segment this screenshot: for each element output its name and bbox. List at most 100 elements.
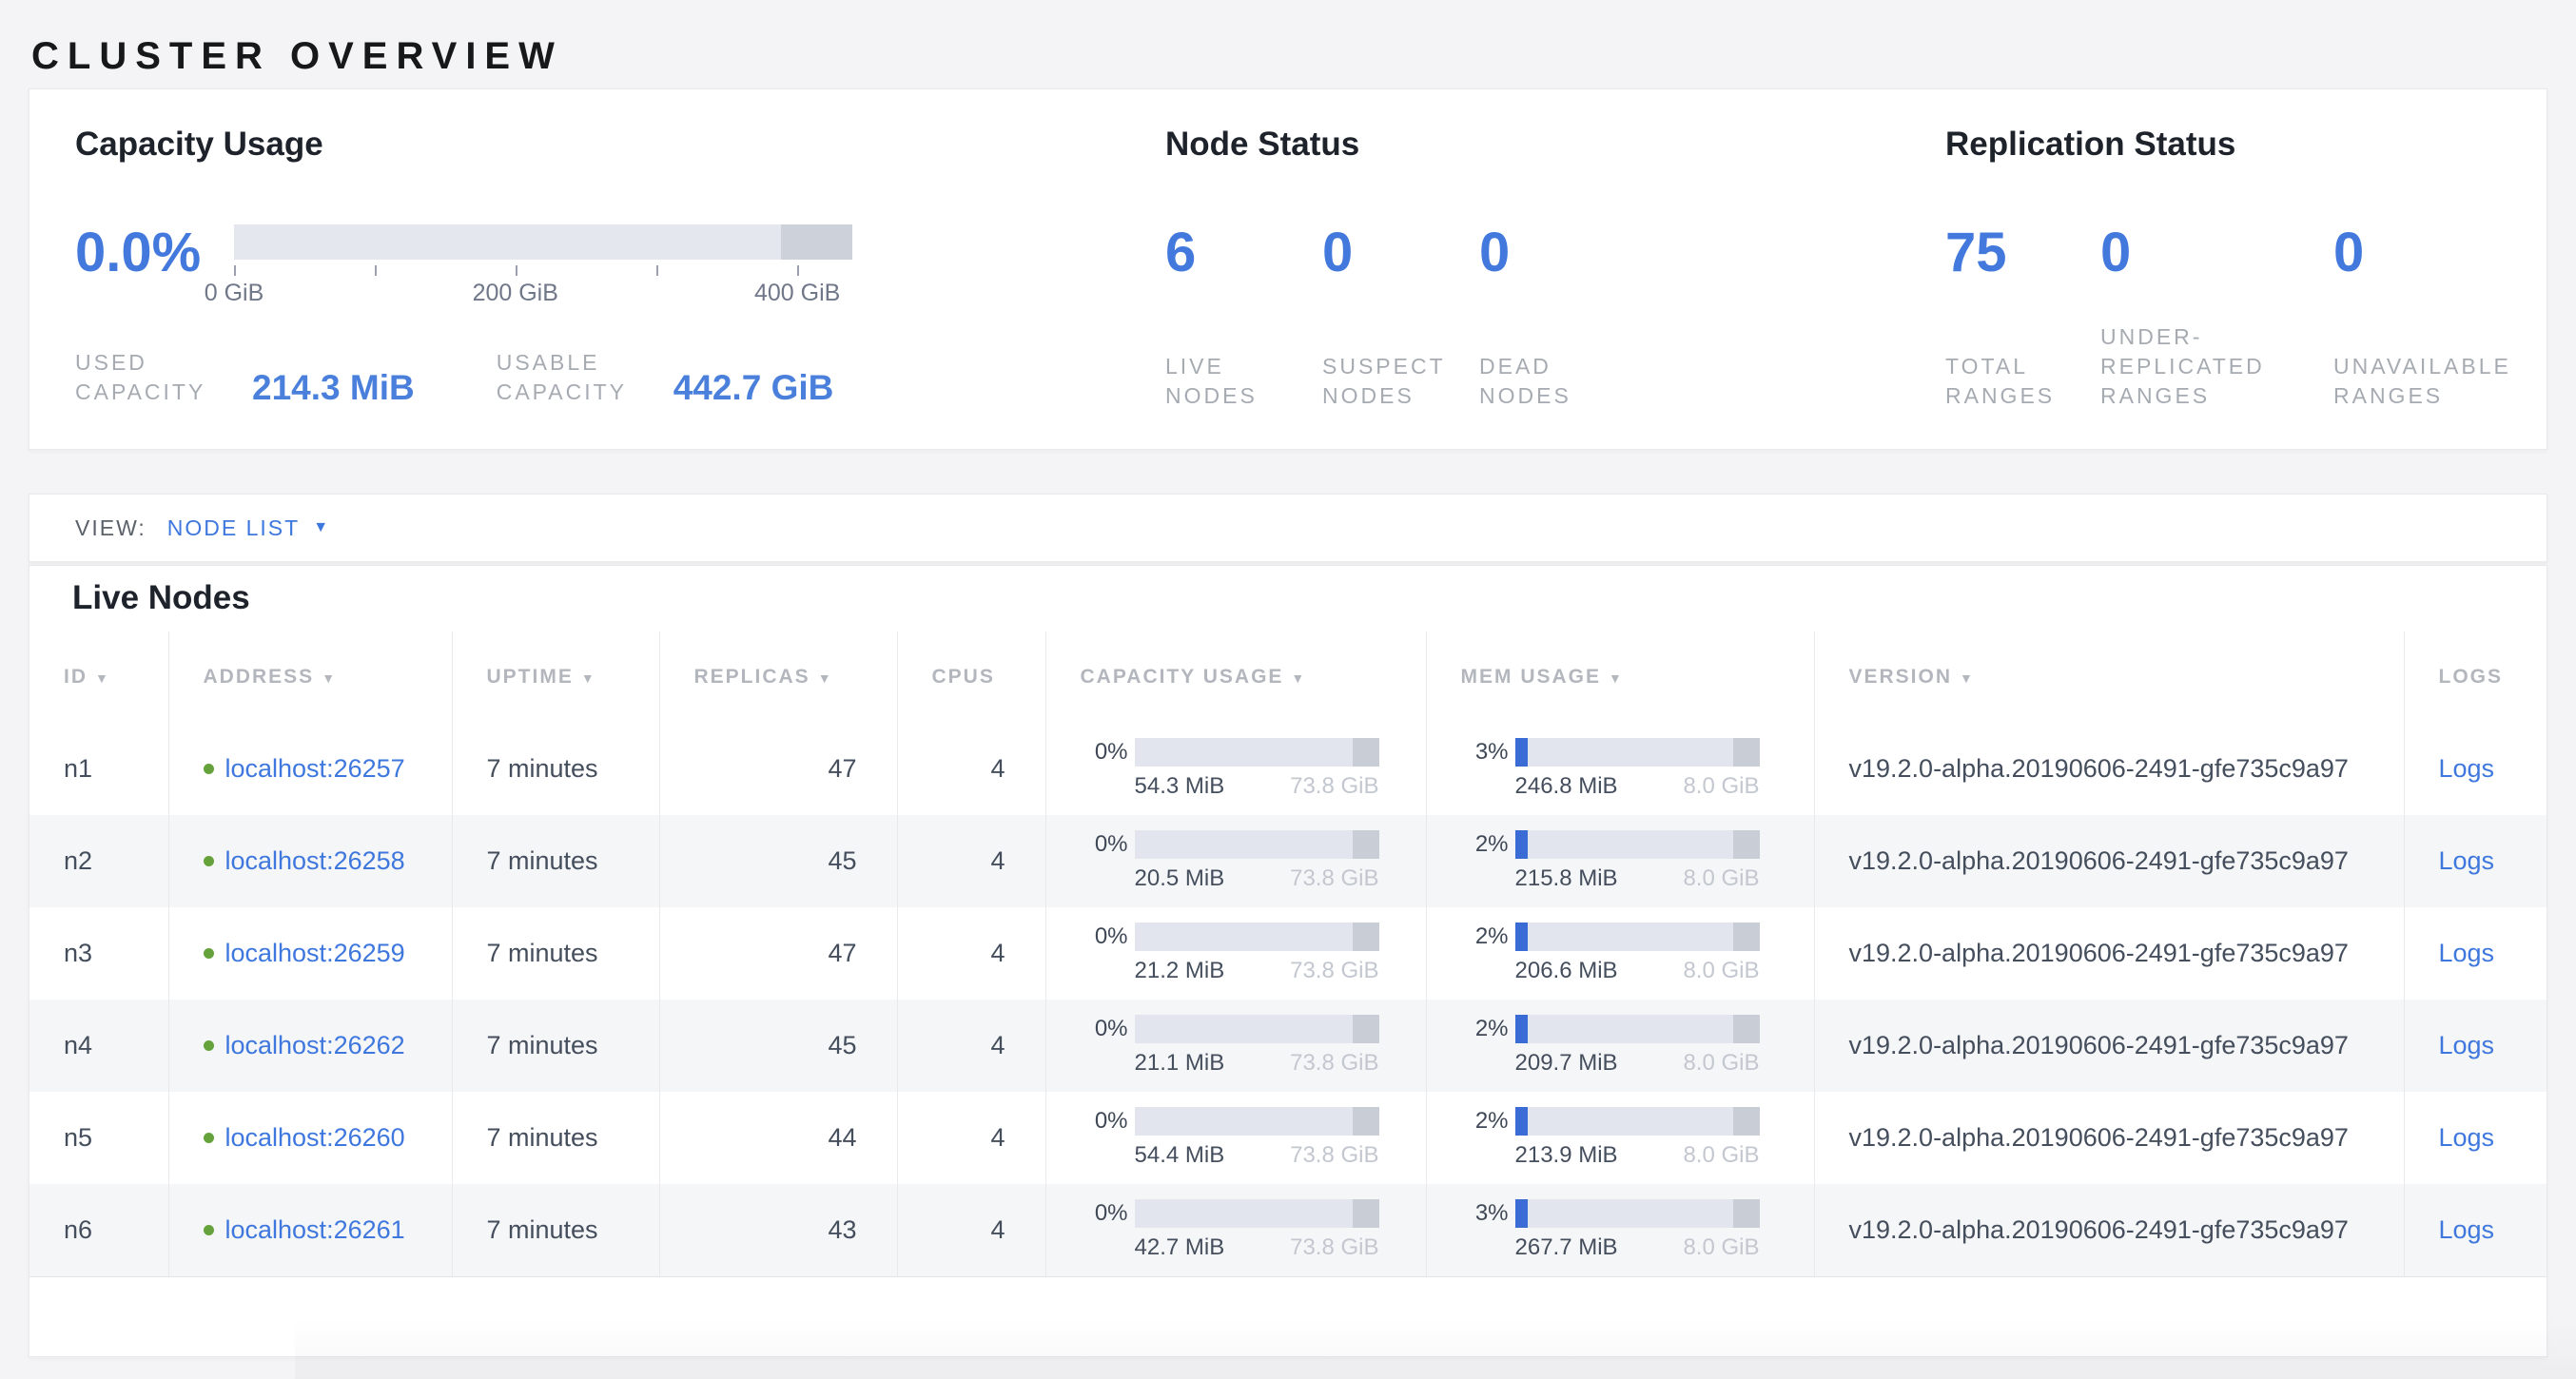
usable-capacity-label: USABLE CAPACITY [497, 348, 666, 407]
mem-total-value: 8.0 GiB [1683, 1234, 1759, 1261]
node-address-cell: localhost:26261 [168, 1184, 452, 1276]
node-mem-usage-cell: 2% 209.7 MiB 8.0 GiB [1426, 1000, 1814, 1092]
capacity-total-value: 73.8 GiB [1290, 773, 1378, 800]
replication-status-panel: Replication Status 75 TOTAL RANGES 0 UND… [1945, 89, 2554, 449]
table-header-row: ID▼ ADDRESS▼ UPTIME▼ REPLICAS▼ CPUS CAPA… [29, 631, 2547, 723]
node-id-cell: n1 [29, 723, 168, 815]
axis-tick [797, 265, 799, 276]
mem-meter-values: 209.7 MiB 8.0 GiB [1515, 1050, 1760, 1077]
capacity-usage-bar-chart: 0 GiB 200 GiB 400 GiB [234, 224, 852, 308]
mem-meter-bar [1515, 923, 1760, 951]
node-address-cell: localhost:26262 [168, 1000, 452, 1092]
mem-meter-fill [1515, 923, 1528, 951]
column-header-cpus: CPUS [897, 631, 1045, 723]
capacity-used-value: 20.5 MiB [1135, 865, 1225, 892]
node-address-link[interactable]: localhost:26262 [225, 1031, 405, 1060]
node-table-row: n6 localhost:26261 7 minutes 43 4 [29, 1184, 2547, 1276]
node-address-link[interactable]: localhost:26261 [225, 1215, 405, 1245]
capacity-meter-values: 21.1 MiB 73.8 GiB [1135, 1050, 1379, 1077]
view-mode-dropdown[interactable]: NODE LIST ▼ [167, 515, 328, 541]
node-logs-cell: Logs [2404, 815, 2547, 907]
node-address-link[interactable]: localhost:26257 [225, 754, 405, 784]
capacity-meter-values: 54.4 MiB 73.8 GiB [1135, 1142, 1379, 1169]
mem-meter-fill [1515, 1199, 1528, 1228]
cluster-overview-page: CLUSTER OVERVIEW Capacity Usage 0.0% [0, 0, 2576, 1379]
node-replicas-cell: 47 [659, 723, 897, 815]
capacity-percent-label: 0% [1073, 738, 1128, 767]
suspect-nodes-stat: 0 SUSPECT NODES [1322, 224, 1479, 411]
mem-percent-label: 3% [1454, 1199, 1509, 1228]
node-mem-usage-cell: 2% 215.8 MiB 8.0 GiB [1426, 815, 1814, 907]
unavailable-ranges-label: UNAVAILABLE RANGES [2333, 352, 2511, 411]
under-replicated-ranges-value: 0 [2100, 224, 2333, 282]
sort-arrow-icon: ▼ [1609, 670, 1624, 686]
capacity-meter-reserved-segment [1353, 1199, 1379, 1228]
capacity-meter-reserved-segment [1353, 1107, 1379, 1136]
mem-meter-values: 215.8 MiB 8.0 GiB [1515, 865, 1760, 892]
node-version-cell: v19.2.0-alpha.20190606-2491-gfe735c9a97 [1814, 815, 2404, 907]
node-table-row: n4 localhost:26262 7 minutes 45 4 [29, 1000, 2547, 1092]
node-logs-link[interactable]: Logs [2439, 754, 2495, 783]
node-address-link[interactable]: localhost:26258 [225, 846, 405, 876]
mem-meter-bar [1515, 1107, 1760, 1136]
column-header-address[interactable]: ADDRESS▼ [168, 631, 452, 723]
column-header-logs: LOGS [2404, 631, 2547, 723]
mem-meter-reserved-segment [1733, 830, 1760, 859]
mem-meter-bar [1515, 830, 1760, 859]
mem-percent-label: 2% [1454, 1107, 1509, 1136]
axis-tick [375, 265, 377, 276]
node-address-link[interactable]: localhost:26260 [225, 1123, 405, 1153]
total-ranges-stat: 75 TOTAL RANGES [1945, 224, 2100, 411]
mem-meter-values: 213.9 MiB 8.0 GiB [1515, 1142, 1760, 1169]
node-cpus-cell: 4 [897, 1000, 1045, 1092]
capacity-usage-panel: Capacity Usage 0.0% 0 GiB [75, 89, 931, 449]
node-logs-link[interactable]: Logs [2439, 939, 2495, 967]
window-shadow-artifact [295, 1317, 2576, 1379]
node-cpus-cell: 4 [897, 1184, 1045, 1276]
node-logs-link[interactable]: Logs [2439, 1215, 2495, 1244]
page-title: CLUSTER OVERVIEW [31, 35, 563, 78]
capacity-percent-label: 0% [1073, 1015, 1128, 1043]
node-logs-link[interactable]: Logs [2439, 1031, 2495, 1059]
node-capacity-usage-cell: 0% 21.1 MiB 73.8 GiB [1045, 1000, 1426, 1092]
mem-percent-label: 3% [1454, 738, 1509, 767]
used-capacity-stat: USED CAPACITY 214.3 MiB [75, 348, 415, 407]
capacity-meter-values: 20.5 MiB 73.8 GiB [1135, 865, 1379, 892]
column-header-id[interactable]: ID▼ [29, 631, 168, 723]
node-address-link[interactable]: localhost:26259 [225, 939, 405, 968]
node-uptime-cell: 7 minutes [452, 1000, 659, 1092]
usable-capacity-stat: USABLE CAPACITY 442.7 GiB [497, 348, 834, 407]
node-cpus-cell: 4 [897, 723, 1045, 815]
node-logs-link[interactable]: Logs [2439, 1123, 2495, 1152]
mem-meter-fill [1515, 1107, 1528, 1136]
capacity-used-value: 54.3 MiB [1135, 773, 1225, 800]
capacity-meter-values: 21.2 MiB 73.8 GiB [1135, 958, 1379, 984]
mem-used-value: 209.7 MiB [1515, 1050, 1618, 1077]
node-table-row: n1 localhost:26257 7 minutes 47 4 [29, 723, 2547, 815]
axis-tick-label: 400 GiB [754, 280, 840, 307]
summary-stats-card: Capacity Usage 0.0% 0 GiB [29, 88, 2547, 450]
node-capacity-usage-cell: 0% 54.4 MiB 73.8 GiB [1045, 1092, 1426, 1184]
node-replicas-cell: 47 [659, 907, 897, 1000]
capacity-bar-track [234, 224, 852, 260]
sort-arrow-icon: ▼ [818, 670, 833, 686]
node-live-status-icon [204, 948, 214, 959]
node-version-cell: v19.2.0-alpha.20190606-2491-gfe735c9a97 [1814, 1000, 2404, 1092]
column-header-mem-usage[interactable]: MEM USAGE▼ [1426, 631, 1814, 723]
capacity-used-value: 42.7 MiB [1135, 1234, 1225, 1261]
mem-meter-values: 206.6 MiB 8.0 GiB [1515, 958, 1760, 984]
column-header-replicas[interactable]: REPLICAS▼ [659, 631, 897, 723]
node-cpus-cell: 4 [897, 1092, 1045, 1184]
node-mem-usage-cell: 2% 213.9 MiB 8.0 GiB [1426, 1092, 1814, 1184]
column-header-version[interactable]: VERSION▼ [1814, 631, 2404, 723]
column-header-capacity-usage[interactable]: CAPACITY USAGE▼ [1045, 631, 1426, 723]
mem-percent-label: 2% [1454, 1015, 1509, 1043]
column-header-uptime[interactable]: UPTIME▼ [452, 631, 659, 723]
node-replicas-cell: 45 [659, 815, 897, 907]
node-uptime-cell: 7 minutes [452, 1184, 659, 1276]
capacity-percent-label: 0% [1073, 830, 1128, 859]
dead-nodes-stat: 0 DEAD NODES [1479, 224, 1636, 411]
mem-total-value: 8.0 GiB [1683, 1142, 1759, 1169]
capacity-meter-bar [1135, 1199, 1379, 1228]
node-logs-link[interactable]: Logs [2439, 846, 2495, 875]
